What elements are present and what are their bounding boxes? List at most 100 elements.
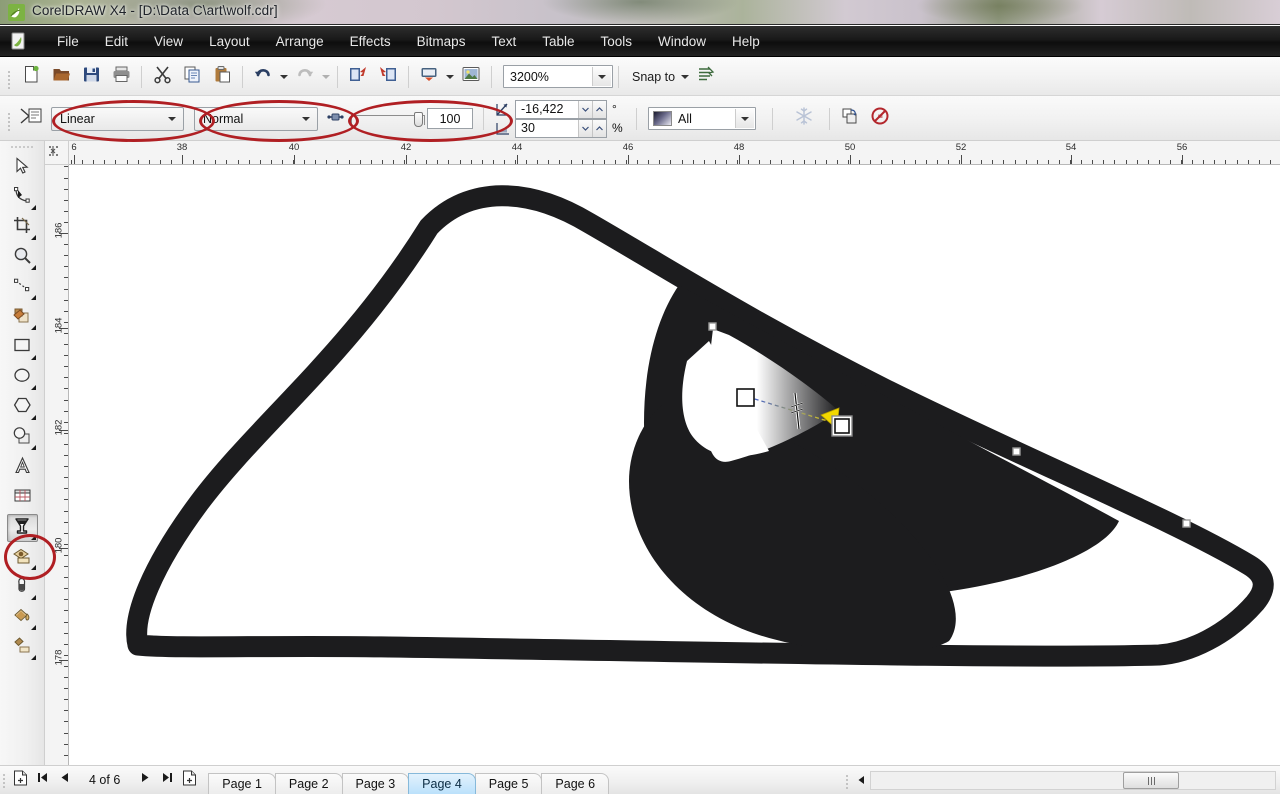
menu-text[interactable]: Text [478,31,529,53]
page-tab-3[interactable]: Page 3 [341,772,410,794]
application-launcher-button[interactable] [415,63,443,91]
horizontal-scrollbar[interactable] [843,766,1280,794]
interactive-fill-tool[interactable] [6,514,38,542]
shape-node[interactable] [1182,519,1191,528]
copy-fill-dropdown-arrow[interactable] [735,109,754,128]
undo-button[interactable] [249,63,277,91]
save-button[interactable] [77,63,105,91]
basic-shapes-tool[interactable] [7,424,38,452]
edge-pad-slider[interactable] [351,111,425,127]
gradient-midpoint-field[interactable]: 30 [515,118,607,138]
wolf-head-vector[interactable] [69,165,1280,765]
freehand-tool[interactable] [7,274,38,302]
zoom-level-input[interactable] [504,67,584,86]
crop-tool[interactable] [7,214,38,242]
pick-tool[interactable] [7,154,38,182]
gradient-end-node[interactable] [834,418,850,434]
scrollbar-thumb[interactable] [1123,772,1179,789]
flyout-triangle-icon[interactable] [30,295,36,300]
spin-up-button[interactable] [592,100,606,118]
snap-to-dropdown-button[interactable] [679,63,691,91]
freeze-button[interactable] [790,105,818,133]
snap-to-label[interactable]: Snap to [624,70,679,84]
interactive-blend-tool[interactable] [7,544,38,572]
scrollbar-grip[interactable] [843,769,852,793]
gradient-angle-field[interactable]: -16,422 [515,99,607,119]
flyout-triangle-icon[interactable] [30,265,36,270]
menu-layout[interactable]: Layout [196,31,263,53]
gradient-midpoint-spinners[interactable] [578,119,606,137]
edge-pad-control[interactable]: 100 [327,108,473,129]
ruler-origin-corner[interactable] [45,141,69,165]
print-button[interactable] [107,63,135,91]
spin-down-button[interactable] [578,100,592,118]
shape-node[interactable] [708,322,717,331]
horizontal-ruler[interactable]: 6 38 40 42 44 46 48 50 52 54 56 [69,141,1280,165]
zoom-dropdown-arrow[interactable] [592,67,611,86]
flyout-triangle-icon[interactable] [30,235,36,240]
copy-properties-button[interactable] [836,105,864,133]
flyout-triangle-icon[interactable] [30,385,36,390]
shape-node[interactable] [1012,447,1021,456]
toolbox-grip[interactable] [0,141,44,153]
property-bar-grip[interactable] [6,109,13,135]
flyout-triangle-icon[interactable] [30,445,36,450]
vertical-ruler[interactable]: 186 184 182 180 178 [45,165,69,765]
add-page-before-button[interactable] [9,769,31,791]
redo-dropdown-button[interactable] [320,63,332,91]
first-page-button[interactable] [31,769,53,791]
menu-help[interactable]: Help [719,31,773,53]
menu-bitmaps[interactable]: Bitmaps [404,31,479,53]
scrollbar-track[interactable] [870,771,1276,790]
flyout-triangle-icon[interactable] [30,625,36,630]
flyout-triangle-icon[interactable] [30,595,36,600]
redo-button[interactable] [291,63,319,91]
flyout-triangle-icon[interactable] [30,355,36,360]
menu-table[interactable]: Table [529,31,587,53]
interactive-fill-properties-button[interactable] [17,105,45,133]
page-tab-4[interactable]: Page 4 [408,772,476,794]
new-document-button[interactable] [17,63,45,91]
export-button[interactable] [374,63,402,91]
toolbar-grip[interactable] [6,67,13,93]
polygon-tool[interactable] [7,394,38,422]
blend-type-dropdown-arrow[interactable] [297,110,315,128]
shape-tool[interactable] [7,184,38,212]
rectangle-tool[interactable] [7,334,38,362]
edge-pad-slider-knob[interactable] [414,111,423,127]
spin-down-button[interactable] [578,119,592,137]
table-tool[interactable] [7,484,38,512]
scroll-left-button[interactable] [852,771,870,791]
menu-tools[interactable]: Tools [588,31,646,53]
copy-fill-combobox[interactable]: All [648,107,756,130]
menu-window[interactable]: Window [645,31,719,53]
page-tab-1[interactable]: Page 1 [208,772,276,794]
page-tab-6[interactable]: Page 6 [541,772,610,794]
menu-file[interactable]: File [44,31,92,53]
undo-dropdown-button[interactable] [278,63,290,91]
page-tab-5[interactable]: Page 5 [474,772,543,794]
fill-type-combobox[interactable]: Linear [51,106,184,131]
flyout-triangle-icon[interactable] [30,655,36,660]
text-tool[interactable] [7,454,38,482]
no-fill-button[interactable] [866,105,894,133]
zoom-level-combobox[interactable] [503,65,613,88]
outline-tool[interactable] [7,634,38,662]
flyout-triangle-icon[interactable] [30,415,36,420]
ellipse-tool[interactable] [7,364,38,392]
flyout-triangle-icon[interactable] [30,325,36,330]
open-button[interactable] [47,63,75,91]
fill-type-dropdown-arrow[interactable] [163,110,181,128]
smart-fill-tool[interactable] [7,304,38,332]
spin-up-button[interactable] [592,119,606,137]
options-button[interactable] [692,63,720,91]
blend-type-combobox[interactable]: Normal [194,106,318,131]
flyout-triangle-icon[interactable] [30,205,36,210]
edge-pad-value-field[interactable]: 100 [427,108,473,129]
paste-button[interactable] [208,63,236,91]
next-page-button[interactable] [134,769,156,791]
drawing-canvas[interactable] [69,165,1280,765]
flyout-triangle-icon[interactable] [30,565,36,570]
menu-view[interactable]: View [141,31,196,53]
cut-button[interactable] [148,63,176,91]
